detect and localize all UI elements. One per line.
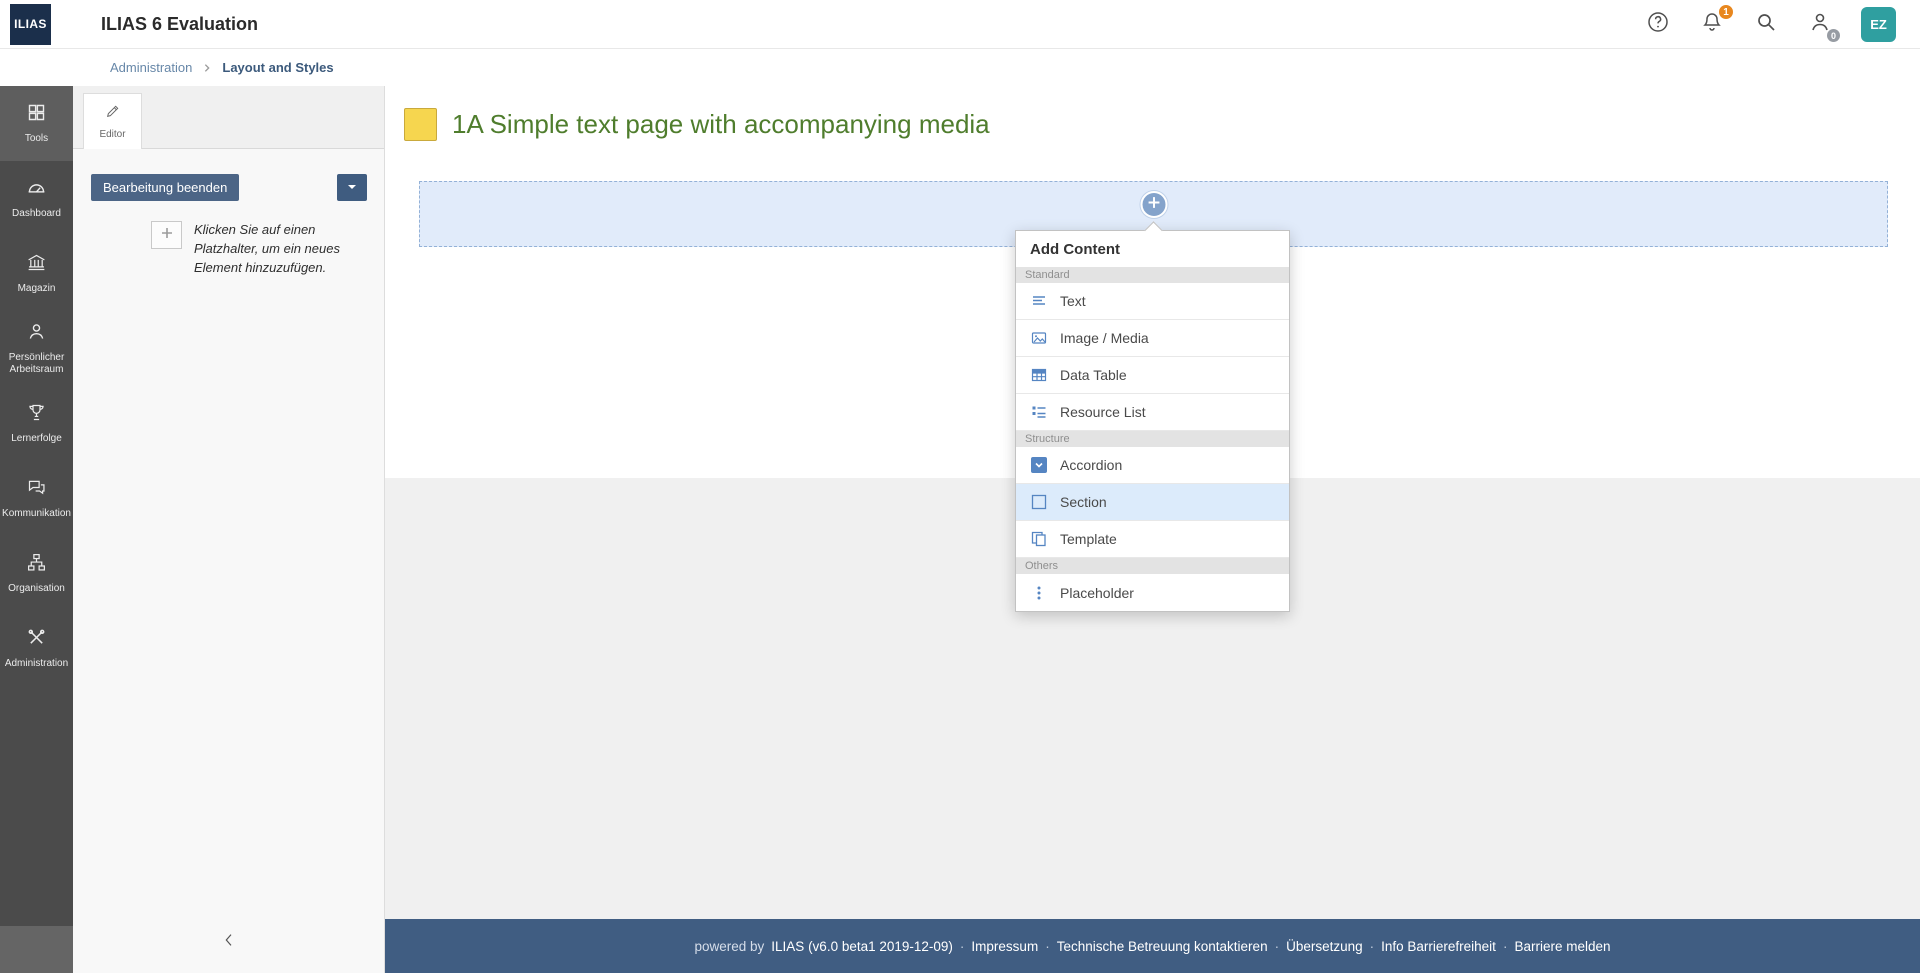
menu-group-structure: Structure (1016, 431, 1289, 447)
menu-item-section[interactable]: Section (1016, 484, 1289, 521)
add-content-menu: Add Content Standard Text Image / Media … (1015, 230, 1290, 612)
menu-item-image-media[interactable]: Image / Media (1016, 320, 1289, 357)
menu-group-others: Others (1016, 558, 1289, 574)
footer-link-impressum[interactable]: Impressum (971, 939, 1038, 954)
main-sidebar: Tools Dashboard Magazin Persönlicher Arb… (0, 86, 73, 973)
sidebar-item-dashboard[interactable]: Dashboard (0, 161, 73, 236)
notifications-button[interactable]: 1 (1699, 11, 1725, 37)
footer-link-barriere-melden[interactable]: Barriere melden (1514, 939, 1610, 954)
sidebar-toggle[interactable] (0, 926, 73, 973)
add-placeholder-button[interactable] (151, 221, 182, 249)
help-icon (1646, 10, 1670, 39)
pencil-icon (105, 103, 121, 124)
add-content-menu-title: Add Content (1016, 231, 1289, 267)
footer-separator: · (960, 939, 965, 954)
footer-separator: · (1045, 939, 1050, 954)
image-icon (1031, 330, 1047, 346)
placeholder-hint: Klicken Sie auf einen Platzhalter, um ei… (151, 221, 364, 278)
sidebar-item-tools[interactable]: Tools (0, 86, 73, 161)
notification-badge: 1 (1718, 4, 1734, 20)
collapse-panel-button[interactable] (214, 927, 244, 957)
building-icon (26, 252, 47, 278)
menu-item-data-table[interactable]: Data Table (1016, 357, 1289, 394)
grid-icon (26, 102, 47, 128)
online-users-button[interactable]: 0 (1807, 11, 1833, 37)
panel-controls: Bearbeitung beenden (91, 174, 367, 201)
sidebar-item-kommunikation[interactable]: Kommunikation (0, 461, 73, 536)
topbar-actions: 1 0 EZ (1645, 7, 1920, 42)
chat-icon (26, 477, 47, 503)
sidebar-item-organisation[interactable]: Organisation (0, 536, 73, 611)
hint-text: Klicken Sie auf einen Platzhalter, um ei… (194, 221, 349, 278)
text-icon (1031, 293, 1047, 309)
footer-separator: · (1503, 939, 1508, 954)
footer: powered by ILIAS (v6.0 beta1 2019-12-09)… (385, 919, 1920, 973)
panel-footer (73, 927, 384, 973)
search-icon (1754, 10, 1778, 39)
sidebar-item-administration[interactable]: Administration (0, 611, 73, 686)
sidebar-spacer (0, 686, 73, 926)
breadcrumb-item-administration[interactable]: Administration (110, 60, 192, 75)
menu-item-template[interactable]: Template (1016, 521, 1289, 558)
org-chart-icon (26, 552, 47, 578)
chevron-right-icon (202, 63, 212, 73)
gauge-icon (26, 177, 47, 203)
editor-panel: Editor Bearbeitung beenden Klicken Sie a… (73, 86, 385, 973)
finish-editing-button[interactable]: Bearbeitung beenden (91, 174, 239, 201)
caret-down-icon (347, 180, 357, 195)
section-icon (1031, 494, 1047, 510)
footer-link-technische-betreuung[interactable]: Technische Betreuung kontaktieren (1057, 939, 1268, 954)
page-heading: 1A Simple text page with accompanying me… (404, 108, 1888, 141)
footer-separator: · (1370, 939, 1375, 954)
help-button[interactable] (1645, 11, 1671, 37)
chevron-left-icon (221, 932, 237, 953)
menu-group-standard: Standard (1016, 267, 1289, 283)
plus-icon (1147, 196, 1160, 214)
footer-link-version[interactable]: ILIAS (v6.0 beta1 2019-12-09) (771, 939, 953, 954)
main-content: 1A Simple text page with accompanying me… (385, 86, 1920, 973)
menu-item-resource-list[interactable]: Resource List (1016, 394, 1289, 431)
person-icon (26, 321, 47, 347)
sidebar-item-lernerfolge[interactable]: Lernerfolge (0, 386, 73, 461)
list-icon (1031, 404, 1047, 420)
add-content-button[interactable] (1140, 191, 1167, 218)
menu-item-placeholder[interactable]: Placeholder (1016, 574, 1289, 611)
accordion-icon (1031, 457, 1047, 473)
footer-link-barrierefreiheit[interactable]: Info Barrierefreiheit (1381, 939, 1496, 954)
sidebar-item-personal-workspace[interactable]: Persönlicher Arbeitsraum (0, 311, 73, 386)
ilias-logo[interactable]: ILIAS (10, 4, 51, 45)
powered-by-text: powered by (695, 939, 765, 954)
user-avatar[interactable]: EZ (1861, 7, 1896, 42)
breadcrumb: Administration Layout and Styles (0, 49, 1920, 86)
crossed-tools-icon (26, 627, 47, 653)
footer-link-uebersetzung[interactable]: Übersetzung (1286, 939, 1363, 954)
plus-icon (161, 226, 173, 244)
menu-item-text[interactable]: Text (1016, 283, 1289, 320)
menu-item-accordion[interactable]: Accordion (1016, 447, 1289, 484)
template-icon (1031, 531, 1047, 547)
page-title: 1A Simple text page with accompanying me… (452, 109, 990, 140)
top-header: ILIAS ILIAS 6 Evaluation 1 0 EZ (0, 0, 1920, 49)
table-icon (1031, 367, 1047, 383)
breadcrumb-item-layout-and-styles[interactable]: Layout and Styles (222, 60, 333, 75)
footer-separator: · (1275, 939, 1280, 954)
panel-tab-strip: Editor (73, 86, 384, 149)
sidebar-item-magazin[interactable]: Magazin (0, 236, 73, 311)
app-title: ILIAS 6 Evaluation (101, 14, 258, 35)
ellipsis-vertical-icon (1031, 585, 1047, 601)
editor-options-dropdown[interactable] (337, 174, 367, 201)
tab-editor[interactable]: Editor (83, 93, 142, 149)
content-page-icon (404, 108, 437, 141)
online-users-badge: 0 (1827, 29, 1840, 42)
search-button[interactable] (1753, 11, 1779, 37)
trophy-icon (26, 402, 47, 428)
